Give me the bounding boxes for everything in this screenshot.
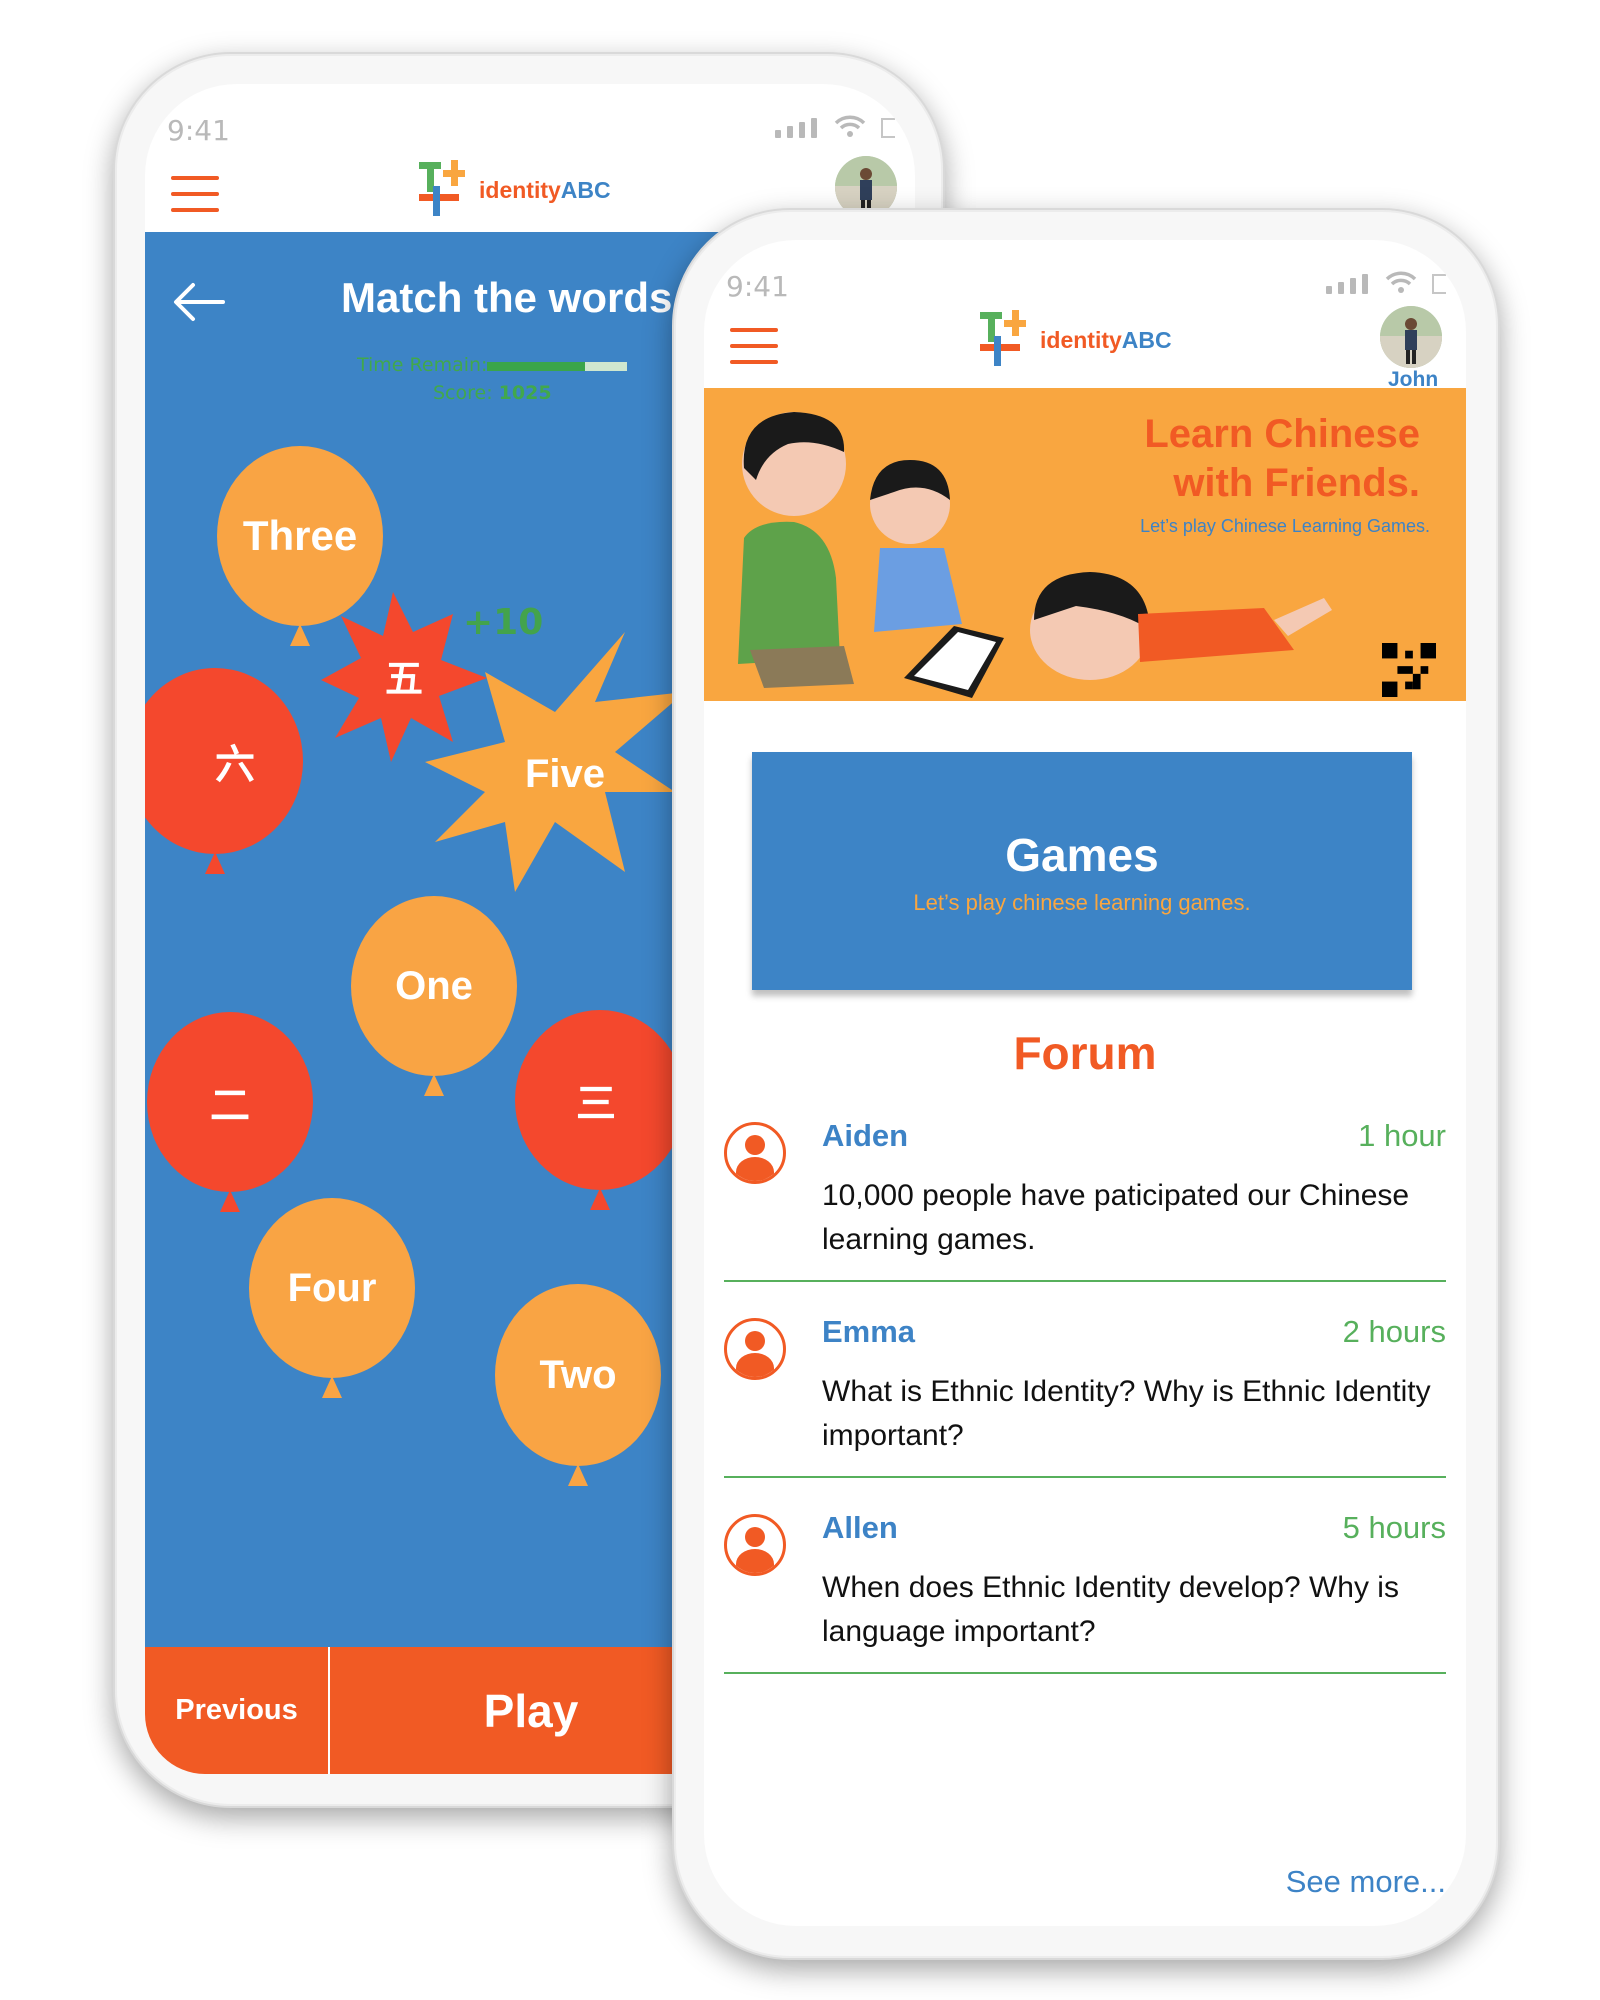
app-logo: identityABC bbox=[415, 160, 611, 220]
battery-icon bbox=[1432, 274, 1446, 294]
status-icons bbox=[1326, 270, 1446, 294]
menu-icon[interactable] bbox=[171, 176, 219, 224]
balloon-five-burst[interactable]: Five bbox=[425, 632, 685, 892]
signal-icon bbox=[775, 130, 781, 138]
balloon-liu[interactable]: 六 bbox=[145, 668, 303, 874]
menu-icon[interactable] bbox=[730, 328, 778, 376]
status-time: 9:41 bbox=[167, 114, 230, 147]
banner-title: Learn Chinese with Friends. bbox=[1144, 412, 1420, 505]
post-author: Allen bbox=[822, 1510, 898, 1545]
forum-post[interactable]: Aiden 1 hour 10,000 people have paticipa… bbox=[724, 1112, 1446, 1282]
logo-mark-icon bbox=[976, 310, 1032, 370]
status-icons bbox=[775, 114, 895, 138]
logo-text: identityABC bbox=[1040, 326, 1172, 353]
back-arrow-icon[interactable] bbox=[171, 282, 225, 322]
signal-icon bbox=[1326, 286, 1332, 294]
signal-bar bbox=[799, 122, 805, 138]
see-more-link[interactable]: See more... bbox=[1286, 1864, 1446, 1900]
logo-text: identityABC bbox=[479, 176, 611, 203]
forum-post[interactable]: Allen 5 hours When does Ethnic Identity … bbox=[724, 1504, 1446, 1674]
user-icon bbox=[724, 1122, 786, 1184]
game-title: Match the words bbox=[341, 274, 673, 321]
time-progress-fill bbox=[487, 362, 585, 371]
qr-code-icon bbox=[1382, 643, 1436, 697]
balloon-label: Five bbox=[525, 752, 605, 796]
home-phone-frame: 9:41 identityABC John Learn Chinese with… bbox=[672, 208, 1500, 1960]
logo-mark-icon bbox=[415, 160, 471, 220]
app-logo: identityABC bbox=[976, 310, 1172, 370]
balloon-label: 五 bbox=[385, 657, 423, 701]
battery-icon bbox=[881, 118, 895, 138]
signal-bar bbox=[787, 126, 793, 138]
balloon-er[interactable]: 二 bbox=[147, 1012, 313, 1212]
balloon-two[interactable]: Two bbox=[495, 1284, 661, 1486]
signal-bar bbox=[1338, 282, 1344, 294]
wifi-icon bbox=[1385, 271, 1417, 293]
post-author: Aiden bbox=[822, 1118, 909, 1153]
games-title: Games bbox=[1005, 829, 1159, 881]
hero-banner[interactable]: Learn Chinese with Friends. Let’s play C… bbox=[704, 388, 1466, 701]
post-time: 2 hours bbox=[1342, 1314, 1446, 1349]
balloon-san[interactable]: 三 bbox=[515, 1010, 685, 1210]
post-text: 10,000 people have paticipated our Chine… bbox=[822, 1179, 1410, 1256]
previous-button[interactable]: Previous bbox=[145, 1647, 330, 1774]
games-card[interactable]: Games Let’s play chinese learning games. bbox=[752, 752, 1412, 990]
games-subtitle: Let’s play chinese learning games. bbox=[913, 890, 1251, 915]
play-button[interactable]: Play bbox=[331, 1647, 731, 1774]
signal-bar bbox=[811, 118, 817, 138]
score: Score: 1025 bbox=[433, 382, 552, 404]
home-screen: 9:41 identityABC John Learn Chinese with… bbox=[704, 240, 1466, 1926]
time-label: Time Remain: bbox=[357, 354, 488, 376]
post-text: When does Ethnic Identity develop? Why i… bbox=[822, 1571, 1399, 1648]
post-author: Emma bbox=[822, 1314, 916, 1349]
balloon-four[interactable]: Four bbox=[249, 1198, 415, 1398]
forum-title: Forum bbox=[1013, 1027, 1157, 1079]
post-time: 5 hours bbox=[1342, 1510, 1446, 1545]
banner-subtitle: Let’s play Chinese Learning Games. bbox=[1140, 516, 1430, 536]
status-time: 9:41 bbox=[726, 270, 789, 303]
signal-bar bbox=[1362, 274, 1368, 294]
time-progress-bar bbox=[487, 362, 627, 371]
user-icon bbox=[724, 1514, 786, 1576]
forum-post[interactable]: Emma 2 hours What is Ethnic Identity? Wh… bbox=[724, 1308, 1446, 1478]
post-text: What is Ethnic Identity? Why is Ethnic I… bbox=[822, 1375, 1431, 1452]
wifi-icon bbox=[834, 115, 866, 137]
post-time: 1 hour bbox=[1358, 1118, 1446, 1153]
balloon-one[interactable]: One bbox=[351, 896, 517, 1096]
avatar[interactable] bbox=[1380, 306, 1442, 368]
user-icon bbox=[724, 1318, 786, 1380]
signal-bar bbox=[1350, 278, 1356, 294]
